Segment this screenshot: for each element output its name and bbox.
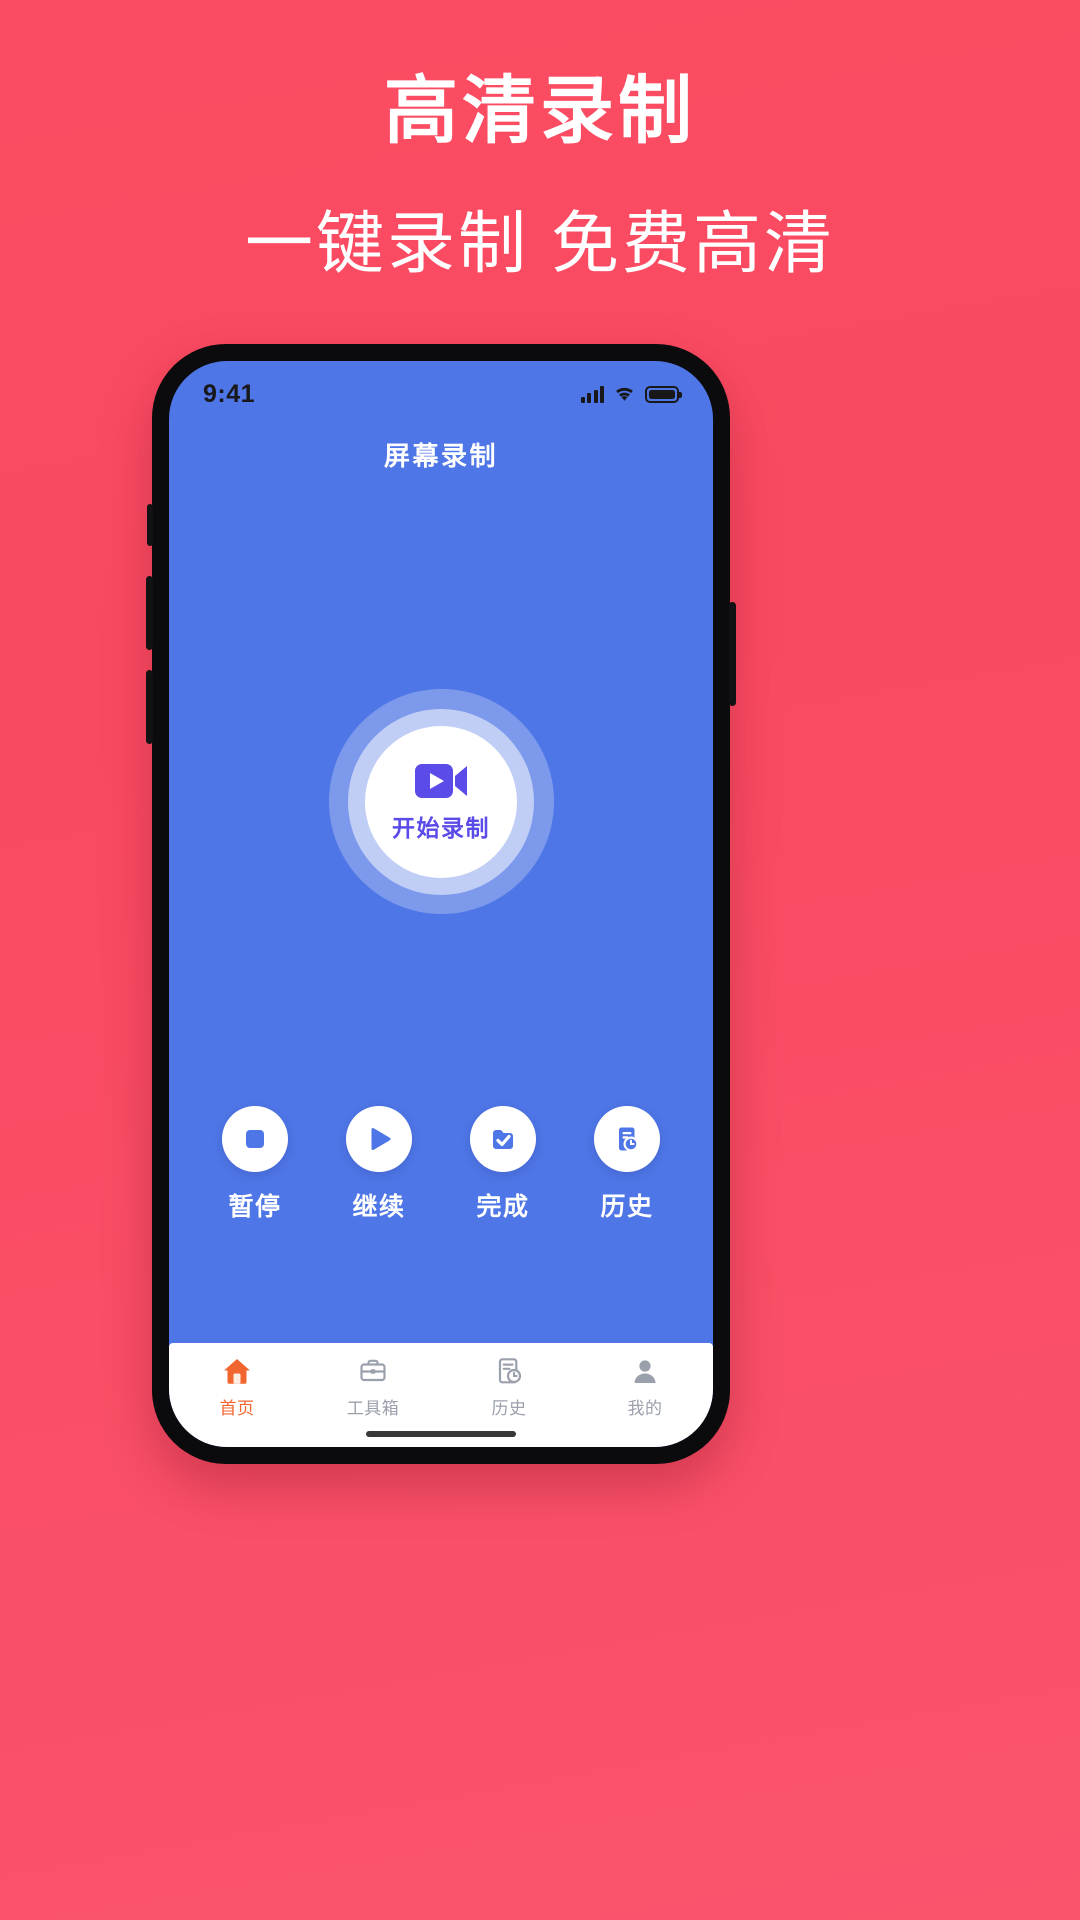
- action-finish[interactable]: 完成: [449, 1106, 557, 1223]
- home-indicator: [366, 1431, 516, 1437]
- tab-home-label: 首页: [219, 1399, 255, 1418]
- history-label: 历史: [600, 1193, 654, 1221]
- tab-history-label: 历史: [491, 1399, 527, 1418]
- status-bar-icons: [580, 385, 682, 403]
- phone-mute-switch[interactable]: [147, 504, 153, 546]
- app-bar: 屏幕录制: [169, 417, 713, 491]
- promo-header: 高清录制 一键录制 免费高清: [0, 0, 1080, 282]
- tab-profile[interactable]: 我的: [577, 1355, 713, 1419]
- phone-volume-down-button[interactable]: [146, 670, 153, 744]
- status-bar: 9:41: [169, 361, 713, 417]
- finish-button[interactable]: [470, 1106, 536, 1172]
- phone-power-button[interactable]: [729, 602, 736, 706]
- record-ring-middle: 开始录制: [348, 708, 534, 895]
- pause-label: 暂停: [228, 1193, 282, 1221]
- action-button-row: 暂停 继续 完成 历史: [169, 1106, 713, 1223]
- pause-button[interactable]: [222, 1106, 288, 1172]
- tab-history[interactable]: 历史: [441, 1355, 577, 1419]
- promo-subtitle: 一键录制 免费高清: [245, 206, 835, 282]
- phone-mockup: 9:41 屏幕录制 开始录制 暂停 继续 完成 历史 首页 工具箱 历史 我的: [146, 344, 736, 1464]
- stop-square-icon: [238, 1122, 272, 1156]
- wifi-icon: [613, 386, 636, 403]
- cellular-signal-icon: [580, 385, 604, 403]
- play-triangle-icon: [362, 1122, 396, 1156]
- tab-home[interactable]: 首页: [169, 1355, 305, 1419]
- home-icon: [221, 1355, 253, 1387]
- action-pause[interactable]: 暂停: [201, 1106, 309, 1223]
- history-icon: [493, 1355, 525, 1387]
- finish-label: 完成: [476, 1193, 530, 1221]
- promo-title: 高清录制: [384, 69, 696, 152]
- toolbox-icon: [357, 1355, 389, 1387]
- video-camera-icon: [413, 760, 469, 802]
- battery-icon: [645, 385, 682, 403]
- status-bar-time: 9:41: [203, 379, 256, 408]
- start-record-label: 开始录制: [392, 815, 490, 841]
- app-bar-title: 屏幕录制: [383, 440, 498, 471]
- action-resume[interactable]: 继续: [325, 1106, 433, 1223]
- resume-button[interactable]: [346, 1106, 412, 1172]
- action-history[interactable]: 历史: [573, 1106, 681, 1223]
- document-clock-icon: [610, 1122, 644, 1156]
- resume-label: 继续: [352, 1193, 406, 1221]
- document-check-icon: [486, 1122, 520, 1156]
- phone-volume-up-button[interactable]: [146, 576, 153, 650]
- app-main-content: 开始录制 暂停 继续 完成 历史: [169, 491, 713, 1343]
- person-icon: [629, 1355, 661, 1387]
- tab-profile-label: 我的: [627, 1399, 663, 1418]
- tab-toolbox[interactable]: 工具箱: [305, 1355, 441, 1419]
- record-ring-outer: 开始录制: [328, 689, 554, 914]
- phone-screen: 9:41 屏幕录制 开始录制 暂停 继续 完成 历史 首页 工具箱 历史 我的: [169, 361, 713, 1447]
- start-record-button[interactable]: 开始录制: [365, 725, 517, 878]
- history-button[interactable]: [594, 1106, 660, 1172]
- record-button-area: 开始录制: [169, 689, 713, 914]
- tab-toolbox-label: 工具箱: [346, 1399, 400, 1418]
